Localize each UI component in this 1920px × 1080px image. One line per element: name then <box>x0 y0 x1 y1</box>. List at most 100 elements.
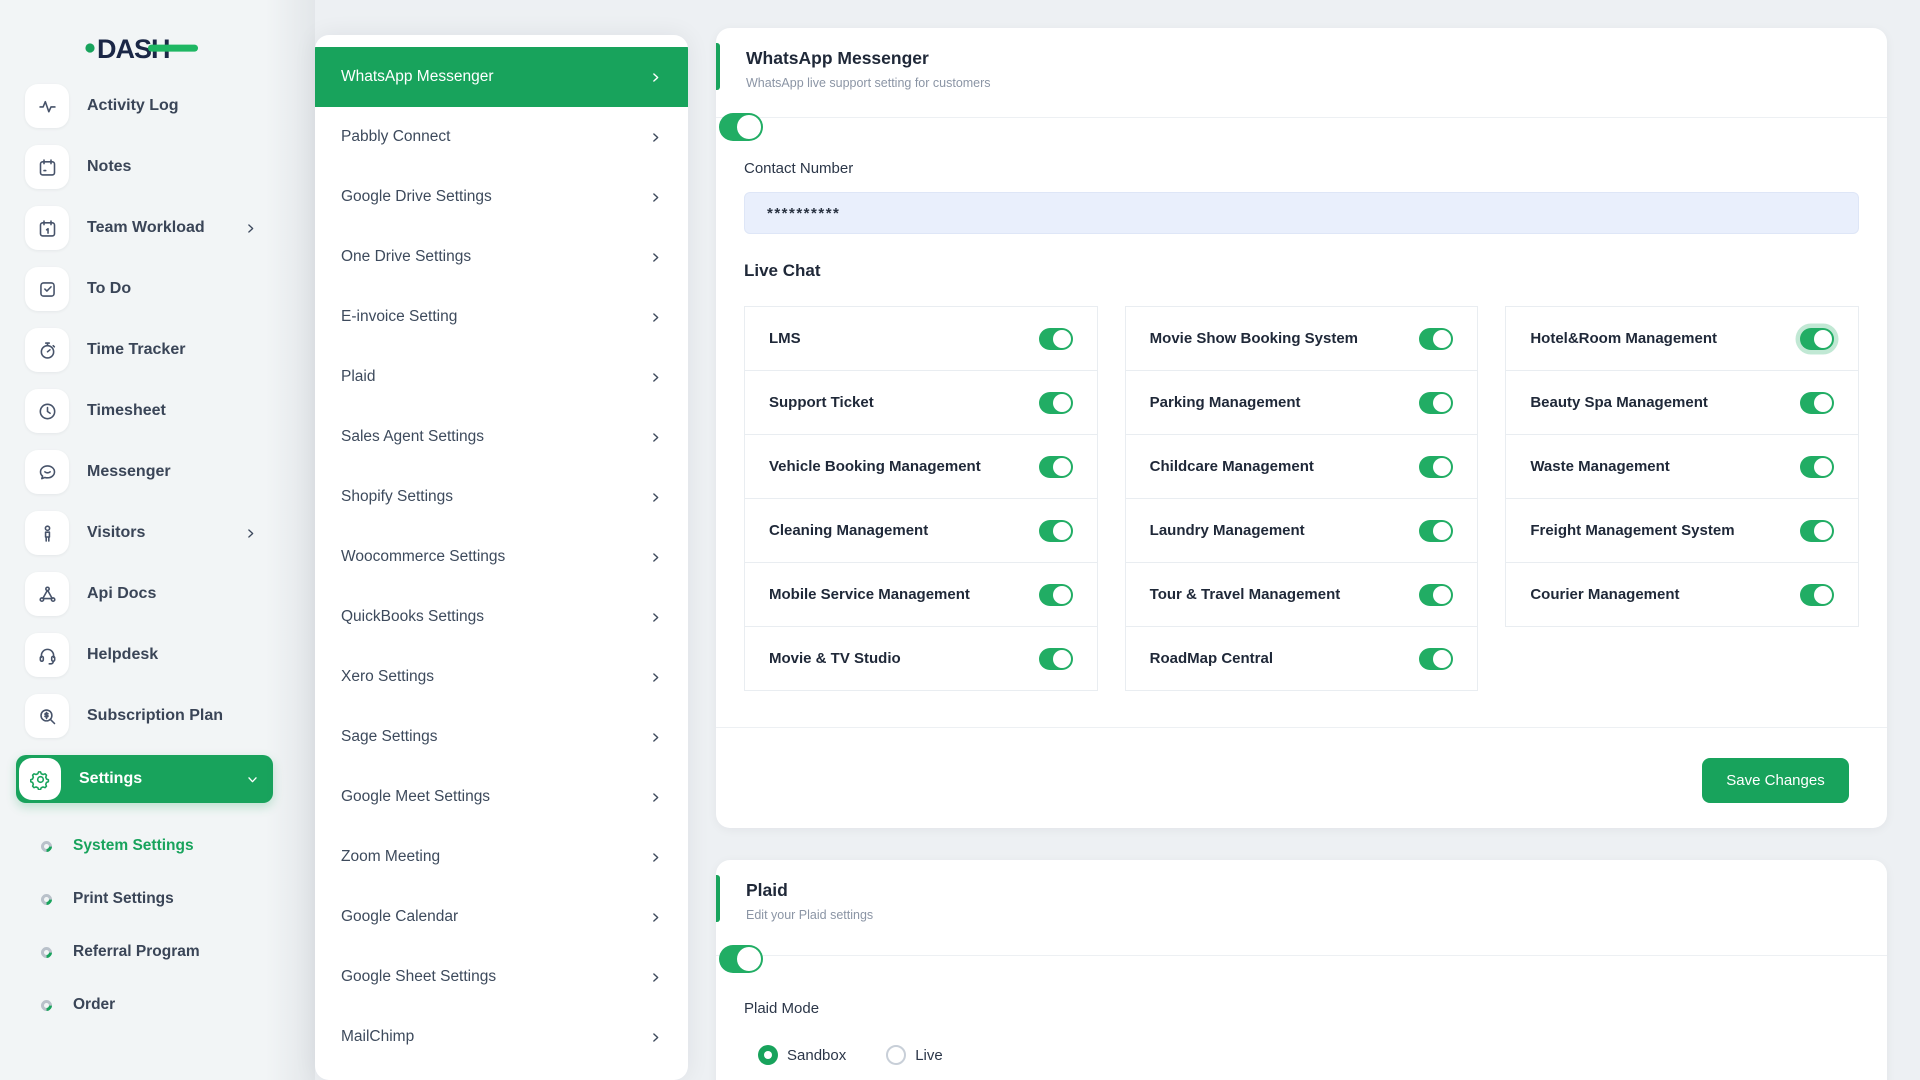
module-row: Support Ticket <box>744 370 1098 435</box>
submenu-item-label: Referral Program <box>73 943 200 961</box>
sidebar-item-to-do[interactable]: To Do <box>25 267 257 311</box>
menu-item-pabbly-connect[interactable]: Pabbly Connect <box>315 107 688 167</box>
headset-icon <box>25 633 69 677</box>
settings-submenu: System Settings Print Settings Referral … <box>0 824 315 1036</box>
module-row: Waste Management <box>1505 434 1859 499</box>
module-row: Vehicle Booking Management <box>744 434 1098 499</box>
menu-item-mailchimp[interactable]: MailChimp <box>315 1007 688 1067</box>
search-dollar-icon <box>25 694 69 738</box>
chevron-right-icon <box>649 191 662 204</box>
menu-item-google-meet-settings[interactable]: Google Meet Settings <box>315 767 688 827</box>
contact-number-input[interactable] <box>744 192 1859 234</box>
sidebar: DASH Activity Log Notes Tea <box>0 0 315 1080</box>
toggle-movie-tv-studio[interactable] <box>1039 648 1073 670</box>
sidebar-item-helpdesk[interactable]: Helpdesk <box>25 633 257 677</box>
sidebar-item-settings[interactable]: Settings <box>16 755 273 803</box>
card-body: Plaid Mode Sandbox Live <box>716 1000 1887 1065</box>
sidebar-item-label: Settings <box>79 770 142 788</box>
submenu-item-system-settings[interactable]: System Settings <box>41 824 315 868</box>
submenu-item-referral-program[interactable]: Referral Program <box>41 930 315 974</box>
sidebar-item-subscription-plan[interactable]: Subscription Plan <box>25 694 257 738</box>
module-column-1: LMS Support Ticket Vehicle Booking Manag… <box>744 306 1098 691</box>
live-chat-heading: Live Chat <box>744 261 1859 281</box>
menu-item-google-calendar[interactable]: Google Calendar <box>315 887 688 947</box>
sidebar-item-activity-log[interactable]: Activity Log <box>25 84 257 128</box>
menu-item-xero-settings[interactable]: Xero Settings <box>315 647 688 707</box>
module-row: Parking Management <box>1125 370 1479 435</box>
save-changes-button[interactable]: Save Changes <box>1702 758 1849 803</box>
menu-item-quickbooks-settings[interactable]: QuickBooks Settings <box>315 587 688 647</box>
module-row: Courier Management <box>1505 562 1859 627</box>
toggle-vehicle-booking-management[interactable] <box>1039 456 1073 478</box>
toggle-childcare-management[interactable] <box>1419 456 1453 478</box>
live-chat-module-grid: LMS Support Ticket Vehicle Booking Manag… <box>744 306 1859 691</box>
toggle-waste-management[interactable] <box>1800 456 1834 478</box>
calendar-icon <box>25 145 69 189</box>
brand-logo[interactable]: DASH <box>84 30 202 71</box>
whatsapp-settings-card: WhatsApp Messenger WhatsApp live support… <box>716 28 1887 828</box>
menu-item-zoom-meeting[interactable]: Zoom Meeting <box>315 827 688 887</box>
contact-number-label: Contact Number <box>744 160 1859 177</box>
toggle-hotel-room-management[interactable] <box>1800 328 1834 350</box>
toggle-roadmap-central[interactable] <box>1419 648 1453 670</box>
module-column-2: Movie Show Booking System Parking Manage… <box>1125 306 1479 691</box>
menu-item-one-drive-settings[interactable]: One Drive Settings <box>315 227 688 287</box>
menu-item-google-drive-settings[interactable]: Google Drive Settings <box>315 167 688 227</box>
chevron-right-icon <box>649 611 662 624</box>
sidebar-item-api-docs[interactable]: Api Docs <box>25 572 257 616</box>
chevron-right-icon <box>244 527 257 540</box>
chevron-right-icon <box>649 911 662 924</box>
radio-live[interactable] <box>886 1045 906 1065</box>
sidebar-item-notes[interactable]: Notes <box>25 145 257 189</box>
sidebar-item-messenger[interactable]: Messenger <box>25 450 257 494</box>
toggle-movie-show-booking-system[interactable] <box>1419 328 1453 350</box>
menu-item-sales-agent-settings[interactable]: Sales Agent Settings <box>315 407 688 467</box>
menu-item-shopify-settings[interactable]: Shopify Settings <box>315 467 688 527</box>
module-row: Hotel&Room Management <box>1505 306 1859 371</box>
toggle-parking-management[interactable] <box>1419 392 1453 414</box>
menu-item-google-sheet-settings[interactable]: Google Sheet Settings <box>315 947 688 1007</box>
module-row: Cleaning Management <box>744 498 1098 563</box>
toggle-lms[interactable] <box>1039 328 1073 350</box>
chevron-right-icon <box>649 731 662 744</box>
sidebar-item-label: Visitors <box>87 524 145 542</box>
chat-bubble-icon <box>25 450 69 494</box>
menu-item-woocommerce-settings[interactable]: Woocommerce Settings <box>315 527 688 587</box>
submenu-item-label: Order <box>73 996 115 1014</box>
toggle-tour-travel-management[interactable] <box>1419 584 1453 606</box>
toggle-beauty-spa-management[interactable] <box>1800 392 1834 414</box>
plaid-enabled-toggle[interactable] <box>719 945 763 973</box>
submenu-item-print-settings[interactable]: Print Settings <box>41 877 315 921</box>
toggle-freight-management-system[interactable] <box>1800 520 1834 542</box>
sidebar-item-label: Helpdesk <box>87 646 158 664</box>
card-title: WhatsApp Messenger <box>746 48 1860 69</box>
toggle-laundry-management[interactable] <box>1419 520 1453 542</box>
sidebar-item-visitors[interactable]: Visitors <box>25 511 257 555</box>
app-root: DASH Activity Log Notes Tea <box>0 0 1920 1080</box>
accent-bar <box>716 875 720 922</box>
whatsapp-enabled-toggle[interactable] <box>719 113 763 141</box>
chevron-right-icon <box>649 671 662 684</box>
toggle-courier-management[interactable] <box>1800 584 1834 606</box>
network-triangle-icon <box>25 572 69 616</box>
menu-item-plaid[interactable]: Plaid <box>315 347 688 407</box>
menu-item-sage-settings[interactable]: Sage Settings <box>315 707 688 767</box>
submenu-item-label: System Settings <box>73 837 194 855</box>
sidebar-item-time-tracker[interactable]: Time Tracker <box>25 328 257 372</box>
chevron-right-icon <box>649 491 662 504</box>
module-row: Laundry Management <box>1125 498 1479 563</box>
radio-sandbox[interactable] <box>758 1045 778 1065</box>
module-column-3: Hotel&Room Management Beauty Spa Managem… <box>1505 306 1859 627</box>
toggle-cleaning-management[interactable] <box>1039 520 1073 542</box>
settings-menu: WhatsApp Messenger Pabbly Connect Google… <box>315 35 688 1080</box>
menu-item-whatsapp-messenger[interactable]: WhatsApp Messenger <box>315 47 688 107</box>
sidebar-item-team-workload[interactable]: Team Workload <box>25 206 257 250</box>
sidebar-item-timesheet[interactable]: Timesheet <box>25 389 257 433</box>
toggle-mobile-service-management[interactable] <box>1039 584 1073 606</box>
menu-item-e-invoice-setting[interactable]: E-invoice Setting <box>315 287 688 347</box>
toggle-support-ticket[interactable] <box>1039 392 1073 414</box>
submenu-item-order[interactable]: Order <box>41 983 315 1027</box>
chevron-right-icon <box>649 71 662 84</box>
module-row: Beauty Spa Management <box>1505 370 1859 435</box>
module-row: Movie & TV Studio <box>744 626 1098 691</box>
